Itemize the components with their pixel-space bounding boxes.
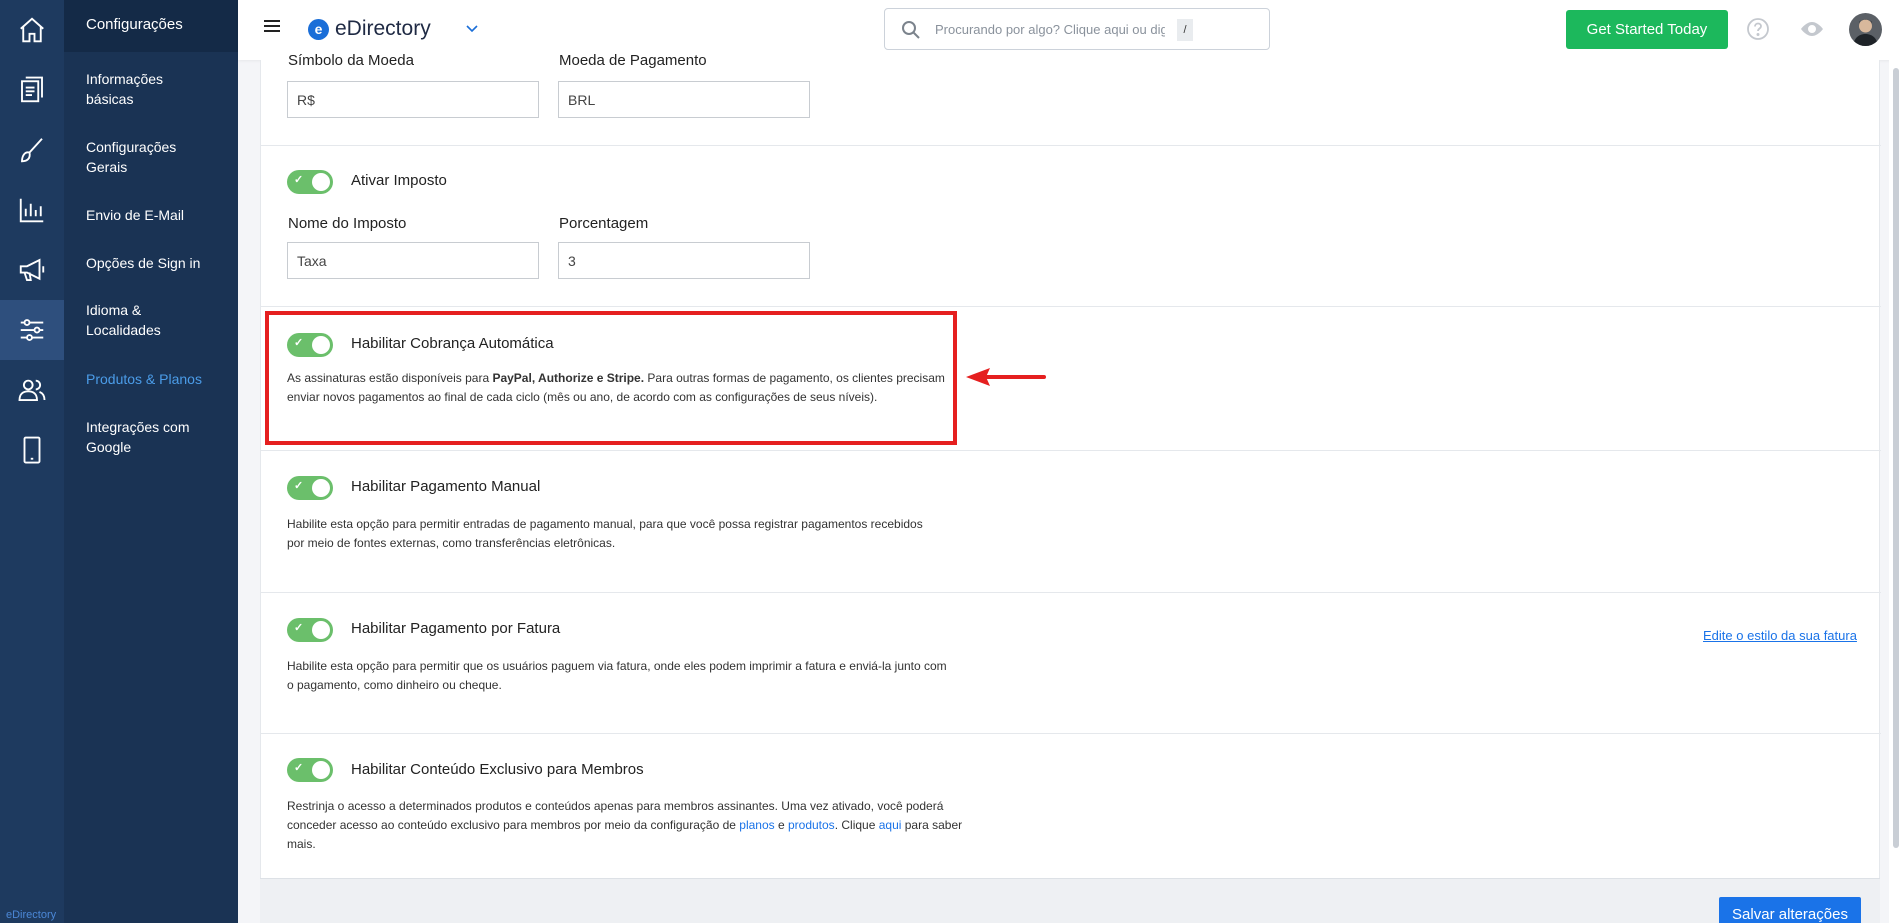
auto-billing-toggle-label: Habilitar Cobrança Automática <box>351 335 554 352</box>
logo[interactable]: e eDirectory <box>308 17 431 41</box>
subnav-item-email[interactable]: Envio de E-Mail <box>64 205 238 225</box>
rail-settings[interactable] <box>0 300 64 360</box>
payment-currency-label: Moeda de Pagamento <box>559 52 707 69</box>
megaphone-icon <box>19 258 45 281</box>
rail-reports[interactable] <box>0 180 64 240</box>
subnav-item-sign-in[interactable]: Opções de Sign in <box>64 253 238 273</box>
rail-home[interactable] <box>0 0 64 60</box>
menu-icon[interactable] <box>264 20 280 38</box>
tax-toggle-label: Ativar Imposto <box>351 172 447 189</box>
home-icon <box>20 17 44 43</box>
auto-billing-description: As assinaturas estão disponíveis para Pa… <box>287 369 947 407</box>
currency-section: Símbolo da Moeda Moeda de Pagamento <box>261 52 1881 146</box>
plans-link[interactable]: planos <box>739 818 774 832</box>
tax-name-input[interactable] <box>287 242 539 279</box>
manual-payment-section: ✓ Habilitar Pagamento Manual Habilite es… <box>261 451 1881 593</box>
avatar[interactable] <box>1849 13 1882 46</box>
auto-billing-toggle[interactable]: ✓ <box>287 333 333 357</box>
tax-percent-label: Porcentagem <box>559 215 649 232</box>
members-content-section: ✓ Habilitar Conteúdo Exclusivo para Memb… <box>261 734 1881 879</box>
tax-percent-input[interactable] <box>558 242 810 279</box>
subnav-item-language[interactable]: Idioma & Localidades <box>64 300 194 340</box>
top-bar: e eDirectory / Get Started Today <box>238 0 1903 60</box>
check-icon: ✓ <box>294 174 304 186</box>
tax-name-label: Nome do Imposto <box>288 215 407 232</box>
products-link[interactable]: produtos <box>788 818 835 832</box>
subnav-title: Configurações <box>64 0 238 52</box>
members-desc-and: e <box>774 818 788 832</box>
rail-brand: eDirectory <box>6 909 57 921</box>
search-icon <box>902 21 920 39</box>
tax-toggle[interactable]: ✓ <box>287 170 333 194</box>
members-content-toggle-label: Habilitar Conteúdo Exclusivo para Membro… <box>351 761 644 778</box>
pages-icon <box>21 76 43 103</box>
invoice-payment-toggle-label: Habilitar Pagamento por Fatura <box>351 620 561 637</box>
check-icon: ✓ <box>294 762 304 774</box>
members-content-toggle[interactable]: ✓ <box>287 758 333 782</box>
scrollbar-thumb[interactable] <box>1893 68 1899 848</box>
check-icon: ✓ <box>294 622 304 634</box>
user-avatar-icon <box>1849 13 1882 46</box>
check-icon: ✓ <box>294 337 304 349</box>
chevron-down-icon[interactable] <box>464 20 480 36</box>
eye-icon[interactable] <box>1798 17 1826 41</box>
rail-mobile[interactable] <box>0 420 64 480</box>
currency-symbol-input[interactable] <box>287 81 539 118</box>
logo-mark: e <box>308 18 329 40</box>
icon-rail: eDirectory <box>0 0 64 923</box>
logo-text: eDirectory <box>335 17 431 40</box>
members-desc-click: . Clique <box>834 818 879 832</box>
manual-payment-toggle-label: Habilitar Pagamento Manual <box>351 478 541 495</box>
auto-billing-gateways: PayPal, Authorize e Stripe. <box>492 371 645 385</box>
subnav-item-google[interactable]: Integrações com Google <box>64 417 238 457</box>
sliders-icon <box>20 319 44 341</box>
footer-bar <box>260 878 1880 923</box>
rail-design[interactable] <box>0 120 64 180</box>
rail-pages[interactable] <box>0 60 64 120</box>
reports-icon <box>19 198 44 223</box>
check-icon: ✓ <box>294 480 304 492</box>
help-icon[interactable] <box>1746 17 1770 41</box>
settings-card: Símbolo da Moeda Moeda de Pagamento ✓ At… <box>260 52 1881 890</box>
subnav-item-basic-info[interactable]: Informações básicas <box>64 69 224 109</box>
invoice-payment-description: Habilite esta opção para permitir que os… <box>287 659 947 692</box>
members-content-description: Restrinja o acesso a determinados produt… <box>287 797 967 854</box>
rail-users[interactable] <box>0 360 64 420</box>
save-changes-button[interactable]: Salvar alterações <box>1719 897 1861 923</box>
tax-section: ✓ Ativar Imposto Nome do Imposto Porcent… <box>261 146 1881 307</box>
auto-billing-desc-start: As assinaturas estão disponíveis para <box>287 371 493 385</box>
rail-promote[interactable] <box>0 240 64 300</box>
get-started-button[interactable]: Get Started Today <box>1566 10 1728 49</box>
mobile-icon <box>23 436 41 464</box>
settings-subnav: Configurações Informações básicas Config… <box>64 0 238 923</box>
learn-more-link[interactable]: aqui <box>879 818 902 832</box>
annotation-arrow-icon <box>966 368 1046 386</box>
currency-symbol-label: Símbolo da Moeda <box>288 52 414 69</box>
invoice-payment-section: ✓ Habilitar Pagamento por Fatura Edite o… <box>261 593 1881 734</box>
manual-payment-description: Habilite esta opção para permitir entrad… <box>287 517 923 550</box>
brush-icon <box>21 138 43 163</box>
search-shortcut-key: / <box>1177 19 1193 41</box>
payment-currency-input[interactable] <box>558 81 810 118</box>
users-icon <box>18 379 46 401</box>
auto-billing-section: ✓ Habilitar Cobrança Automática As assin… <box>261 307 1881 451</box>
subnav-item-products-plans[interactable]: Produtos & Planos <box>64 369 238 389</box>
subnav-item-general-settings[interactable]: Configurações Gerais <box>64 137 224 177</box>
edit-invoice-style-link[interactable]: Edite o estilo da sua fatura <box>1703 628 1857 643</box>
invoice-payment-toggle[interactable]: ✓ <box>287 618 333 642</box>
search-input[interactable] <box>935 17 1165 41</box>
manual-payment-toggle[interactable]: ✓ <box>287 476 333 500</box>
search-box[interactable]: / <box>884 8 1270 50</box>
